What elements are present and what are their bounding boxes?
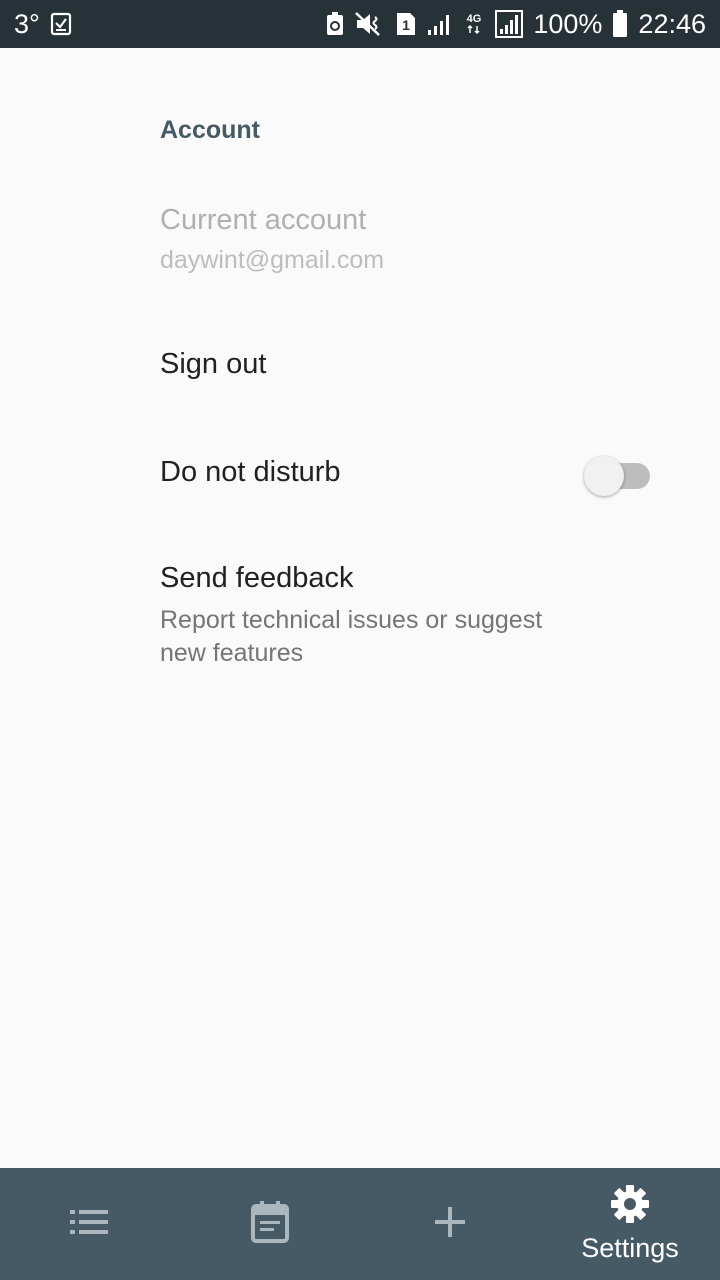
- send-feedback-summary-line1: Report technical issues or suggest: [160, 606, 543, 634]
- sign-out-pref[interactable]: Sign out: [0, 328, 720, 408]
- add-icon: [435, 1206, 465, 1242]
- status-bar: 3° 1 4G 100% 22:46: [0, 0, 720, 48]
- bottom-navigation: Settings: [0, 1168, 720, 1280]
- sign-out-label: Sign out: [160, 348, 267, 380]
- send-feedback-title: Send feedback: [160, 562, 354, 594]
- battery-saver-icon: [325, 11, 345, 37]
- do-not-disturb-toggle[interactable]: [584, 453, 652, 496]
- signal-icon: [427, 12, 453, 36]
- battery-icon: [612, 10, 628, 38]
- current-account-title: Current account: [160, 204, 367, 236]
- screen: 3° 1 4G 100% 22:46 Account Current accou…: [0, 0, 720, 1280]
- gear-icon: [610, 1184, 650, 1229]
- clipboard-check-icon: [50, 12, 72, 36]
- toggle-thumb: [584, 456, 624, 496]
- nav-item-list[interactable]: [0, 1168, 180, 1280]
- send-feedback-pref[interactable]: Send feedback Report technical issues or…: [0, 548, 720, 688]
- nav-item-calendar[interactable]: [180, 1168, 360, 1280]
- nav-item-add[interactable]: [360, 1168, 540, 1280]
- nav-label-settings: Settings: [581, 1233, 679, 1263]
- status-bar-right: 1 4G 100% 22:46: [325, 9, 706, 40]
- settings-list: Account Current account daywint@gmail.co…: [0, 48, 720, 1168]
- temperature-text: 3°: [14, 8, 40, 39]
- current-account-email: daywint@gmail.com: [160, 246, 385, 274]
- status-bar-left: 3°: [14, 9, 72, 40]
- section-header-account: Account: [160, 116, 260, 144]
- 4g-icon: 4G: [463, 11, 485, 37]
- clock-text: 22:46: [638, 8, 706, 39]
- svg-text:1: 1: [402, 17, 410, 33]
- do-not-disturb-label: Do not disturb: [160, 456, 341, 488]
- send-feedback-summary-line2: new features: [160, 639, 304, 667]
- battery-percent-text: 100%: [533, 8, 603, 39]
- svg-text:4G: 4G: [467, 13, 482, 25]
- calendar-icon: [251, 1200, 289, 1248]
- sim-1-icon: 1: [395, 11, 417, 37]
- nav-item-settings[interactable]: Settings: [540, 1168, 720, 1280]
- current-account-pref: Current account daywint@gmail.com: [0, 196, 720, 296]
- mute-icon: [355, 11, 385, 37]
- signal-full-icon: [495, 10, 524, 38]
- list-icon: [70, 1209, 110, 1240]
